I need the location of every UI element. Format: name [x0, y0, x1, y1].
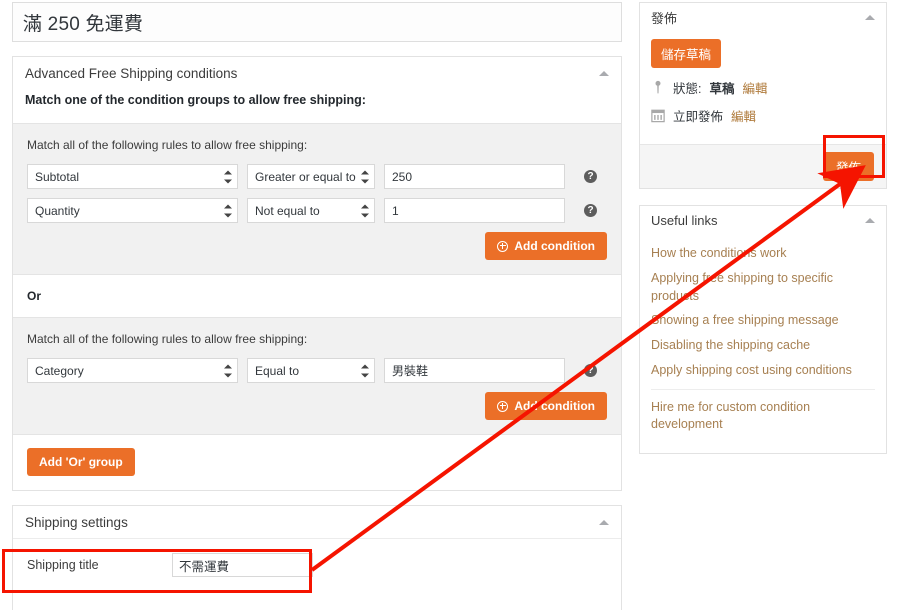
add-or-group-button[interactable]: Add 'Or' group [27, 448, 135, 476]
add-condition-button[interactable]: Add condition [485, 392, 607, 420]
add-condition-row: Add condition [27, 232, 607, 260]
conditions-panel-title: Advanced Free Shipping conditions [25, 65, 238, 81]
edit-status-link[interactable]: 編輯 [743, 78, 768, 97]
plus-circle-icon [497, 240, 509, 252]
hire-me-link[interactable]: Hire me for custom condition development [651, 399, 875, 435]
useful-link[interactable]: Applying free shipping to specific produ… [651, 270, 875, 306]
condition-group-1: Match all of the following rules to allo… [13, 123, 621, 275]
post-status-line: 狀態: 草稿 編輯 [651, 78, 875, 97]
select-spinner-icon [224, 364, 232, 377]
conditions-panel-subtitle: Match one of the condition groups to all… [13, 89, 621, 123]
useful-link[interactable]: Disabling the shipping cache [651, 337, 875, 355]
condition-value-input[interactable]: 1 [384, 198, 565, 223]
publish-button[interactable]: 發佈 [822, 152, 874, 181]
condition-operator-select[interactable]: Equal to [247, 358, 375, 383]
useful-link[interactable]: Showing a free shipping message [651, 312, 875, 330]
main-content-column: 滿 250 免運費 Advanced Free Shipping conditi… [12, 2, 622, 610]
help-icon[interactable]: ? [584, 364, 597, 377]
shipping-settings-panel: Shipping settings Shipping title 不需運費 [12, 505, 622, 610]
links-divider [651, 388, 875, 390]
post-status-value: 草稿 [709, 82, 735, 96]
condition-group-2: Match all of the following rules to allo… [13, 317, 621, 435]
condition-row: Category Equal to 男裝鞋 ? [27, 358, 607, 383]
publish-box-footer: 發佈 [640, 144, 886, 188]
post-title-value: 滿 250 免運費 [23, 13, 144, 35]
advanced-free-shipping-conditions-panel: Advanced Free Shipping conditions Match … [12, 56, 622, 491]
useful-links-body: How the conditions work Applying free sh… [640, 236, 886, 453]
condition-field-value: Category [35, 363, 84, 378]
conditions-panel-header[interactable]: Advanced Free Shipping conditions [13, 57, 621, 89]
add-condition-label: Add condition [514, 239, 595, 253]
help-icon[interactable]: ? [584, 170, 597, 183]
condition-group-2-label: Match all of the following rules to allo… [27, 332, 308, 346]
publish-box: 發佈 儲存草稿 狀態: 草稿 編輯 立即發佈 編輯 發佈 [639, 2, 887, 189]
edit-schedule-link[interactable]: 編輯 [731, 106, 756, 125]
useful-links-title: Useful links [651, 213, 718, 228]
shipping-title-row: Shipping title 不需運費 [13, 538, 621, 591]
add-condition-label: Add condition [514, 399, 595, 413]
shipping-settings-title: Shipping settings [25, 514, 128, 530]
select-spinner-icon [361, 204, 369, 217]
shipping-title-input[interactable]: 不需運費 [172, 553, 313, 577]
shipping-settings-footer [13, 591, 621, 610]
select-spinner-icon [224, 204, 232, 217]
condition-operator-select[interactable]: Greater or equal to [247, 164, 375, 189]
add-condition-row: Add condition [27, 392, 607, 420]
or-separator: Or [13, 275, 621, 317]
post-title-field[interactable]: 滿 250 免運費 [12, 2, 622, 42]
useful-links-box: Useful links How the conditions work App… [639, 205, 887, 454]
sidebar-column: 發佈 儲存草稿 狀態: 草稿 編輯 立即發佈 編輯 發佈 Useful link… [639, 2, 887, 470]
add-condition-button[interactable]: Add condition [485, 232, 607, 260]
shipping-settings-header[interactable]: Shipping settings [13, 506, 621, 538]
plus-circle-icon [497, 400, 509, 412]
chevron-up-icon[interactable] [865, 15, 875, 20]
condition-group-1-label: Match all of the following rules to allo… [27, 138, 308, 152]
select-spinner-icon [361, 364, 369, 377]
post-status-label: 狀態: [673, 82, 702, 96]
useful-links-header[interactable]: Useful links [640, 206, 886, 236]
condition-field-value: Subtotal [35, 169, 80, 184]
condition-value-input[interactable]: 250 [384, 164, 565, 189]
condition-field-select[interactable]: Subtotal [27, 164, 238, 189]
shipping-title-label: Shipping title [27, 558, 99, 572]
condition-row: Quantity Not equal to 1 ? [27, 198, 607, 223]
condition-value-text: 1 [392, 203, 399, 218]
chevron-up-icon[interactable] [599, 519, 609, 525]
condition-field-value: Quantity [35, 203, 80, 218]
save-draft-button[interactable]: 儲存草稿 [651, 39, 722, 68]
add-or-group-row: Add 'Or' group [13, 435, 621, 490]
select-spinner-icon [224, 170, 232, 183]
pin-icon [655, 80, 661, 94]
publish-schedule-label: 立即發佈 [673, 110, 724, 124]
condition-row: Subtotal Greater or equal to 250 ? [27, 164, 607, 189]
chevron-up-icon[interactable] [865, 218, 875, 223]
publish-box-title: 發佈 [651, 11, 678, 26]
condition-field-select[interactable]: Quantity [27, 198, 238, 223]
useful-link[interactable]: Apply shipping cost using conditions [651, 362, 875, 380]
condition-value-input[interactable]: 男裝鞋 [384, 358, 565, 383]
condition-field-select[interactable]: Category [27, 358, 238, 383]
shipping-title-value: 不需運費 [179, 559, 230, 574]
condition-operator-select[interactable]: Not equal to [247, 198, 375, 223]
condition-operator-value: Not equal to [255, 203, 320, 218]
condition-operator-value: Greater or equal to [255, 169, 356, 184]
useful-link[interactable]: How the conditions work [651, 245, 875, 263]
calendar-icon [651, 109, 665, 123]
publish-schedule-line: 立即發佈 編輯 [651, 106, 875, 125]
condition-operator-value: Equal to [255, 363, 300, 378]
chevron-up-icon[interactable] [599, 70, 609, 76]
condition-value-text: 250 [392, 169, 413, 184]
publish-box-header[interactable]: 發佈 [640, 3, 886, 33]
condition-value-text: 男裝鞋 [392, 364, 429, 378]
select-spinner-icon [361, 170, 369, 183]
publish-box-body: 儲存草稿 狀態: 草稿 編輯 立即發佈 編輯 [640, 33, 886, 144]
add-or-group-label: Add 'Or' group [39, 455, 123, 469]
wordpress-edit-screen: 滿 250 免運費 Advanced Free Shipping conditi… [0, 0, 900, 610]
help-icon[interactable]: ? [584, 204, 597, 217]
